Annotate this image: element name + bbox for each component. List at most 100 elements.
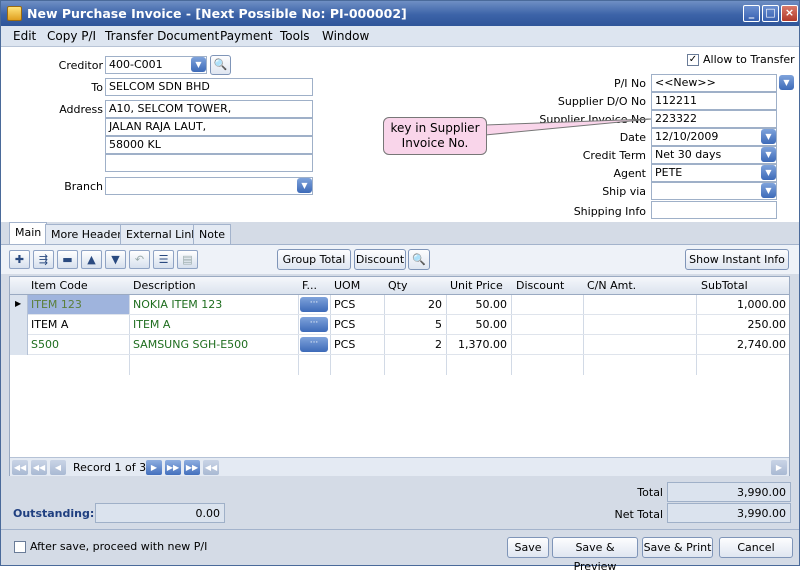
col-qty[interactable]: Qty — [388, 279, 407, 292]
save-preview-button[interactable]: Save & Preview — [552, 537, 638, 573]
cell-description[interactable]: ITEM A — [133, 318, 170, 331]
discount-search-button[interactable]: 🔍 — [408, 249, 430, 270]
pi-no-dropdown-icon[interactable]: ▼ — [779, 75, 794, 90]
scroll-right-icon[interactable]: ▶ — [771, 460, 787, 475]
col-description[interactable]: Description — [133, 279, 196, 292]
address-line-4[interactable] — [105, 154, 313, 172]
prev-record-icon[interactable]: ◀ — [50, 460, 66, 475]
save-print-button[interactable]: Save & Print — [642, 537, 713, 558]
close-button[interactable]: × — [781, 5, 798, 22]
cell-uom[interactable]: PCS — [334, 338, 355, 351]
cancel-button[interactable]: Cancel — [719, 537, 793, 558]
branch-dropdown-icon[interactable]: ▼ — [297, 178, 312, 193]
cell-subtotal[interactable]: 250.00 — [698, 318, 787, 331]
address-line-1[interactable]: A10, SELCOM TOWER, — [105, 100, 313, 118]
date-dropdown-icon[interactable]: ▼ — [761, 129, 776, 144]
minimize-button[interactable]: _ — [743, 5, 760, 22]
cell-unit-price[interactable]: 50.00 — [448, 318, 508, 331]
cell-qty[interactable]: 2 — [386, 338, 442, 351]
menu-tools[interactable]: Tools — [280, 29, 310, 43]
ship-via-dropdown-icon[interactable]: ▼ — [761, 183, 776, 198]
col-subtotal[interactable]: SubTotal — [701, 279, 748, 292]
col-uom[interactable]: UOM — [334, 279, 360, 292]
callout-line-1: key in Supplier — [390, 121, 480, 135]
cell-qty[interactable]: 20 — [386, 298, 442, 311]
creditor-search-button[interactable]: 🔍 — [210, 55, 231, 75]
allow-transfer-checkbox[interactable]: ✓ — [687, 54, 699, 66]
furtherdesc-button[interactable]: ··· — [300, 337, 328, 352]
address-line-2[interactable]: JALAN RAJA LAUT, — [105, 118, 313, 136]
col-discount[interactable]: Discount — [516, 279, 564, 292]
next-page-icon[interactable]: ▶▶ — [165, 460, 181, 475]
col-f[interactable]: F... — [302, 279, 317, 292]
agent-field[interactable]: PETE — [651, 164, 777, 182]
do-no-field[interactable]: 112211 — [651, 92, 777, 110]
next-record-icon[interactable]: ▶ — [146, 460, 162, 475]
filter-icon[interactable]: ◀◀ — [203, 460, 219, 475]
menu-window[interactable]: Window — [322, 29, 369, 43]
table-row[interactable]: S500 SAMSUNG SGH-E500 ··· PCS 2 1,370.00… — [10, 335, 789, 355]
first-record-icon[interactable]: ◀◀ — [12, 460, 28, 475]
tab-external-link[interactable]: External Link — [120, 224, 204, 244]
furtherdesc-button[interactable]: ··· — [300, 317, 328, 332]
discount-button[interactable]: Discount — [354, 249, 406, 270]
total-label: Total — [637, 486, 663, 499]
menu-transfer-document[interactable]: Transfer Document — [105, 29, 219, 43]
col-cn-amt[interactable]: C/N Amt. — [587, 279, 636, 292]
table-row[interactable]: ITEM A ITEM A ··· PCS 5 50.00 250.00 — [10, 315, 789, 335]
maximize-button[interactable]: □ — [762, 5, 779, 22]
add-row-icon[interactable]: ✚ — [9, 250, 30, 269]
cell-unit-price[interactable]: 1,370.00 — [448, 338, 507, 351]
cell-item-code[interactable]: ITEM A — [31, 318, 68, 331]
table-row[interactable]: ▶ ITEM 123 NOKIA ITEM 123 ··· PCS 20 50.… — [10, 295, 789, 315]
ship-via-field[interactable] — [651, 182, 777, 200]
tab-more-header[interactable]: More Header — [45, 224, 128, 244]
to-field[interactable]: SELCOM SDN BHD — [105, 78, 313, 96]
credit-term-dropdown-icon[interactable]: ▼ — [761, 147, 776, 162]
menu-copy-pi[interactable]: Copy P/I — [47, 29, 96, 43]
cell-uom[interactable]: PCS — [334, 318, 355, 331]
delete-row-icon[interactable]: ▬ — [57, 250, 78, 269]
pi-no-field[interactable]: <<New>> — [651, 74, 777, 92]
proceed-new-checkbox[interactable] — [14, 541, 26, 553]
menu-payment[interactable]: Payment — [220, 29, 273, 43]
cell-item-code[interactable]: S500 — [31, 338, 59, 351]
creditor-dropdown-icon[interactable]: ▼ — [191, 57, 206, 72]
tab-main[interactable]: Main — [9, 222, 48, 244]
cell-subtotal[interactable]: 2,740.00 — [698, 338, 786, 351]
cell-uom[interactable]: PCS — [334, 298, 355, 311]
show-instant-info-button[interactable]: Show Instant Info — [685, 249, 789, 270]
supplier-invoice-no-field[interactable]: 223322 — [651, 110, 777, 128]
date-field[interactable]: 12/10/2009 — [651, 128, 777, 146]
detail-icon[interactable]: ▤ — [177, 250, 198, 269]
agent-dropdown-icon[interactable]: ▼ — [761, 165, 776, 180]
insert-row-icon[interactable]: ⇶ — [33, 250, 54, 269]
move-down-icon[interactable]: ▼ — [105, 250, 126, 269]
menu-edit[interactable]: Edit — [13, 29, 36, 43]
app-icon — [7, 6, 22, 21]
current-row-icon: ▶ — [15, 299, 22, 308]
tab-note[interactable]: Note — [193, 224, 232, 244]
col-item-code[interactable]: Item Code — [31, 279, 88, 292]
list-icon[interactable]: ☰ — [153, 250, 174, 269]
cell-qty[interactable]: 5 — [386, 318, 442, 331]
shipping-info-field[interactable] — [651, 201, 777, 219]
move-up-icon[interactable]: ▲ — [81, 250, 102, 269]
group-total-button[interactable]: Group Total — [277, 249, 351, 270]
last-record-icon[interactable]: ▶▶ — [184, 460, 200, 475]
prev-page-icon[interactable]: ◀◀ — [31, 460, 47, 475]
credit-term-field[interactable]: Net 30 days — [651, 146, 777, 164]
cell-item-code[interactable]: ITEM 123 — [31, 298, 82, 311]
outstanding-value: 0.00 — [95, 503, 225, 523]
address-line-3[interactable]: 58000 KL — [105, 136, 313, 154]
cell-description[interactable]: SAMSUNG SGH-E500 — [133, 338, 248, 351]
branch-field[interactable] — [105, 177, 313, 195]
cell-subtotal[interactable]: 1,000.00 — [698, 298, 786, 311]
undo-icon[interactable]: ↶ — [129, 250, 150, 269]
callout-pointer — [485, 118, 652, 136]
col-unit-price[interactable]: Unit Price — [450, 279, 503, 292]
cell-description[interactable]: NOKIA ITEM 123 — [133, 298, 222, 311]
furtherdesc-button[interactable]: ··· — [300, 297, 328, 312]
cell-unit-price[interactable]: 50.00 — [448, 298, 508, 311]
save-button[interactable]: Save — [507, 537, 549, 558]
